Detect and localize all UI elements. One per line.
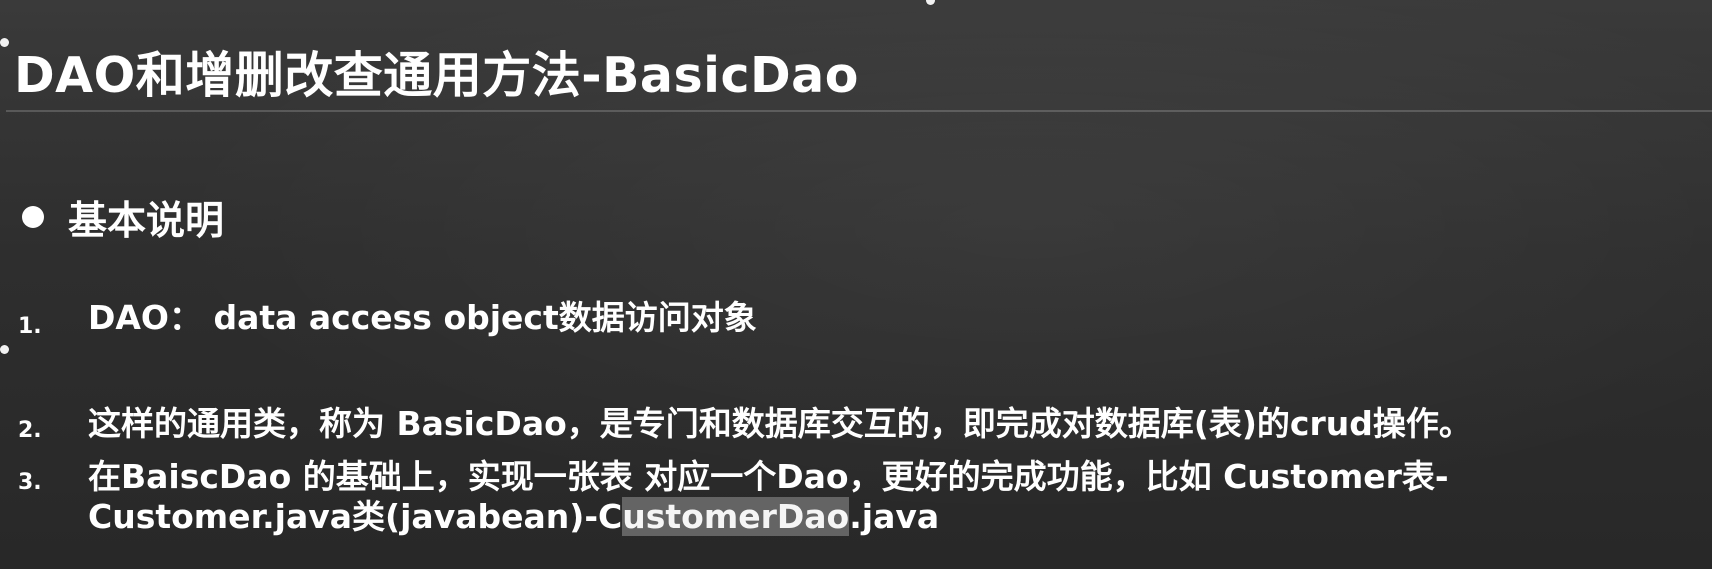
item-3-text-after-selection: .java [849, 497, 940, 536]
item-3-line-2: Customer.java类(javabean)-CustomerDao.jav… [88, 497, 1688, 537]
resize-handle-left-middle[interactable] [0, 345, 9, 354]
item-3-text-before-selection: Customer.java类(javabean)-C [88, 497, 623, 536]
resize-handle-left-top[interactable] [0, 38, 9, 47]
bullet-icon [22, 206, 44, 228]
item-text-3: 在BaiscDao 的基础上，实现一张表 对应一个Dao，更好的完成功能，比如 … [88, 457, 1688, 537]
item-3-line-1: 在BaiscDao 的基础上，实现一张表 对应一个Dao，更好的完成功能，比如 … [88, 457, 1449, 496]
text-selection-highlight[interactable]: ustomerDao [622, 497, 850, 536]
slide-canvas: DAO和增删改查通用方法-BasicDao 基本说明 1. DAO： data … [0, 0, 1712, 569]
item-number-2: 2. [18, 418, 42, 443]
section-heading: 基本说明 [68, 199, 225, 244]
item-number-3: 3. [18, 470, 42, 495]
item-text-2: 这样的通用类，称为 BasicDao，是专门和数据库交互的，即完成对数据库(表)… [88, 404, 1472, 443]
item-text-1: DAO： data access object数据访问对象 [88, 298, 757, 337]
slide-title: DAO和增删改查通用方法-BasicDao [14, 47, 859, 104]
item-number-1: 1. [18, 314, 42, 339]
